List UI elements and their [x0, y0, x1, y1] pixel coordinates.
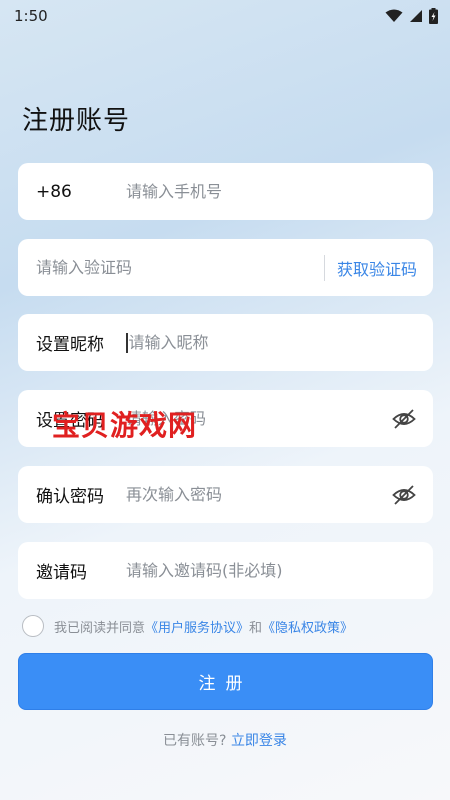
status-time: 1:50 — [14, 7, 48, 25]
login-prompt: 已有账号? — [163, 733, 227, 749]
code-input[interactable] — [18, 239, 324, 296]
eye-off-icon[interactable] — [391, 482, 417, 508]
signal-icon — [410, 10, 422, 22]
status-bar: 1:50 — [0, 0, 450, 32]
phone-field: +86 — [18, 163, 433, 220]
agreement-text: 我已阅读并同意 《用户服务协议》 和 《隐私权政策》 — [54, 617, 353, 636]
confirm-password-field: 确认密码 — [18, 466, 433, 523]
login-row: 已有账号? 立即登录 — [0, 730, 450, 750]
login-link[interactable]: 立即登录 — [231, 733, 287, 749]
register-button[interactable]: 注册 — [18, 653, 433, 710]
nickname-input[interactable] — [128, 314, 433, 371]
confirm-password-label: 确认密码 — [36, 487, 104, 507]
code-divider — [323, 254, 325, 281]
text-caret — [126, 332, 128, 353]
invite-field: 邀请码 — [18, 542, 433, 599]
status-icons — [385, 8, 438, 24]
page-title: 注册账号 — [22, 106, 131, 136]
agreement-row: 我已阅读并同意 《用户服务协议》 和 《隐私权政策》 — [22, 614, 353, 638]
battery-icon — [429, 8, 438, 24]
nickname-label: 设置昵称 — [36, 335, 104, 355]
watermark: 宝贝游戏网 — [52, 409, 198, 442]
wifi-icon — [385, 9, 403, 22]
agreement-and: 和 — [249, 620, 263, 636]
confirm-password-input[interactable] — [126, 466, 391, 523]
get-code-button[interactable]: 获取验证码 — [337, 256, 433, 280]
phone-input[interactable] — [126, 163, 433, 220]
invite-input[interactable] — [126, 542, 433, 599]
invite-label: 邀请码 — [36, 563, 87, 583]
privacy-policy-link[interactable]: 《隐私权政策》 — [262, 617, 353, 636]
agree-checkbox[interactable] — [22, 615, 44, 637]
agreement-prefix: 我已阅读并同意 — [54, 620, 146, 636]
country-code[interactable]: +86 — [18, 182, 126, 202]
nickname-field: 设置昵称 — [18, 314, 433, 371]
eye-off-icon[interactable] — [391, 406, 417, 432]
user-agreement-link[interactable]: 《用户服务协议》 — [145, 617, 249, 636]
code-field: 获取验证码 — [18, 239, 433, 296]
